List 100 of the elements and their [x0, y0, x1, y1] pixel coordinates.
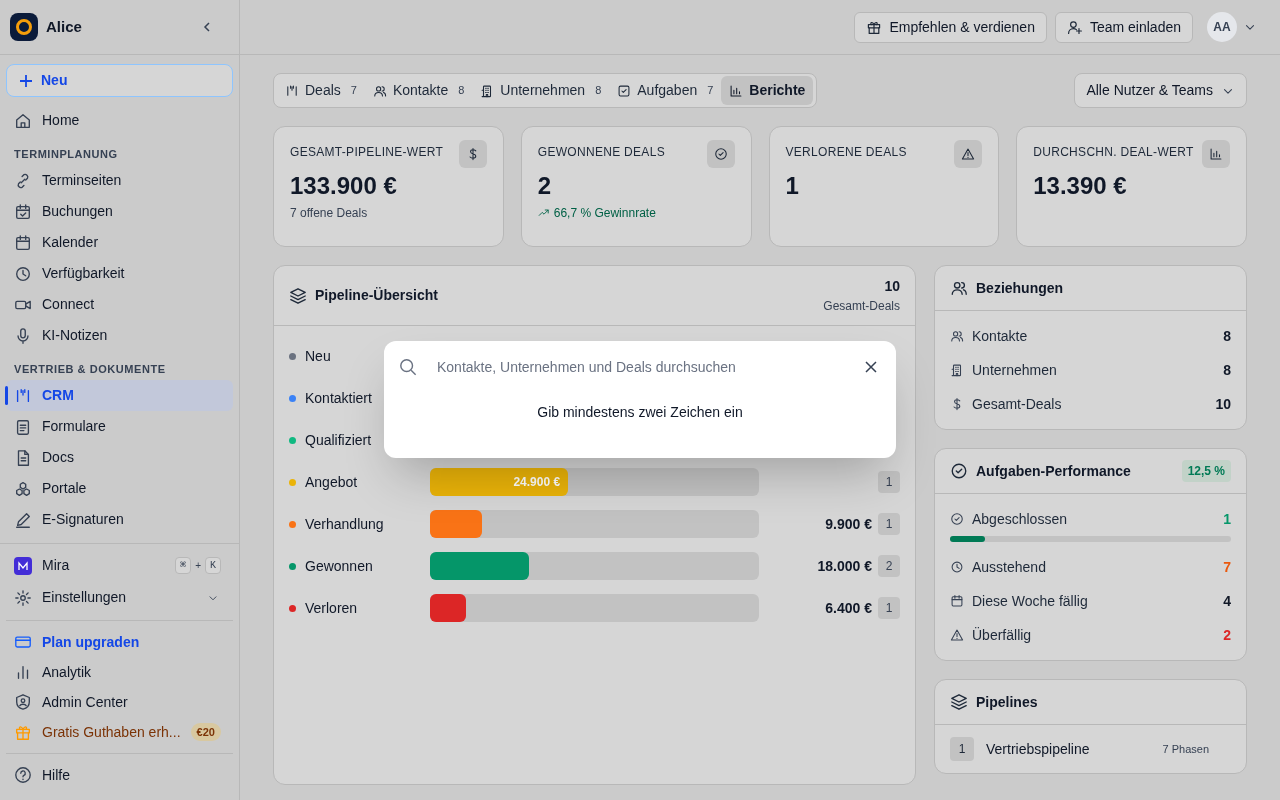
new-button[interactable]: Neu	[6, 64, 233, 97]
search-icon	[399, 358, 417, 376]
nav-item[interactable]: Buchungen	[6, 196, 233, 227]
calendar-icon	[14, 233, 32, 252]
metric-value: 7	[1223, 557, 1231, 577]
nav-item[interactable]: Verfügbarkeit	[6, 258, 233, 289]
stat-label: VERLORENE DEALS	[785, 144, 907, 161]
section-heading: VERTRIEB & DOKUMENTE	[13, 362, 167, 377]
nav-item[interactable]: KI-Notizen	[6, 320, 233, 351]
stat-value: 133.900 €	[290, 174, 398, 198]
nav-item[interactable]: Docs	[6, 442, 233, 473]
trend-up-icon	[537, 207, 550, 219]
tab[interactable]: Deals 7	[277, 76, 365, 105]
user-plus-icon	[1066, 19, 1083, 35]
tab-count: 8	[595, 83, 602, 99]
avatar: AA	[1207, 12, 1237, 42]
gift-icon	[866, 19, 883, 35]
cubes-icon	[14, 479, 32, 498]
account-menu[interactable]: AA	[1207, 12, 1257, 42]
stage-name: Neu	[305, 346, 331, 366]
credit-badge: €20	[190, 722, 221, 742]
help-item[interactable]: Hilfe	[6, 760, 233, 790]
stage-count: 1	[878, 513, 900, 535]
pen-icon	[14, 510, 32, 529]
help-icon	[14, 766, 32, 784]
clock-icon	[14, 264, 32, 283]
assistant-item[interactable]: Mira ⌘ + K	[6, 550, 233, 581]
nav-item[interactable]: Admin Center	[6, 687, 233, 717]
collapse-icon[interactable]	[201, 21, 213, 33]
layers-icon	[289, 286, 307, 305]
nav-item[interactable]: Kalender	[6, 227, 233, 258]
promo-link[interactable]: Gratis Guthaben erh... €20	[6, 717, 233, 747]
card-title: Aufgaben-Performance	[976, 461, 1131, 481]
nav-item[interactable]: Terminseiten	[6, 165, 233, 196]
stage-name: Verhandlung	[305, 514, 384, 534]
calendar-check-icon	[14, 202, 32, 221]
metric-value: 2	[1223, 625, 1231, 645]
stage-name: Verloren	[305, 598, 358, 618]
tab-count: 8	[458, 83, 465, 99]
stat-caption: 7 offene Deals	[290, 205, 369, 222]
metric-label: Unternehmen	[972, 360, 1057, 380]
header-button[interactable]: Empfehlen & verdienen	[854, 11, 1047, 43]
metric-label: Gesamt-Deals	[972, 394, 1062, 414]
warning-icon	[961, 147, 976, 161]
stage-name: Qualifiziert	[305, 430, 372, 450]
nav-item[interactable]: E-Signaturen	[6, 504, 233, 535]
home-icon	[14, 111, 32, 130]
microphone-icon	[14, 326, 32, 345]
total-deals-count: 10	[884, 277, 900, 296]
gift-icon	[14, 723, 32, 741]
card-title: Beziehungen	[976, 278, 1064, 298]
user-filter-dropdown[interactable]: Alle Nutzer & Teams	[1074, 73, 1247, 108]
stage-count: 2	[878, 555, 900, 577]
tab-count: 7	[350, 83, 357, 99]
stage-count: 1	[878, 597, 900, 619]
tab[interactable]: Berichte	[721, 76, 814, 105]
nav-item[interactable]: CRM	[6, 380, 233, 411]
metric-label: Abgeschlossen	[972, 509, 1067, 529]
nav-item[interactable]: Home	[6, 105, 233, 136]
stat-label: GESAMT-PIPELINE-WERT	[290, 144, 444, 161]
bar-chart-icon	[1209, 147, 1223, 161]
nav-item[interactable]: Analytik	[6, 657, 233, 687]
metric-label: Ausstehend	[972, 557, 1046, 577]
tab[interactable]: Kontakte 8	[364, 76, 473, 105]
nav-item[interactable]: Portale	[6, 473, 233, 504]
metric-label: Diese Woche fällig	[972, 591, 1088, 611]
stage-name: Gewonnen	[305, 556, 373, 576]
search-field[interactable]: Kontakte, Unternehmen und Deals durchsuchen	[437, 356, 845, 378]
header-button[interactable]: Team einladen	[1054, 11, 1193, 43]
shortcut-separator: +	[195, 559, 201, 573]
metric-value: 10	[1215, 394, 1231, 414]
stat-label: GEWONNENE DEALS	[537, 144, 665, 161]
nav-item[interactable]: Plan upgraden	[6, 627, 233, 657]
stat-value: 2	[537, 174, 553, 198]
settings-item[interactable]: Einstellungen	[6, 581, 233, 614]
close-icon[interactable]	[865, 361, 877, 373]
tab[interactable]: Aufgaben 7	[609, 76, 722, 105]
credit-card-icon	[14, 633, 32, 651]
assistant-logo-icon	[14, 556, 32, 575]
section-heading: TERMINPLANUNG	[13, 147, 119, 162]
nav-item[interactable]: Formulare	[6, 411, 233, 442]
stage-name: Angebot	[305, 472, 358, 492]
stat-value: 1	[785, 174, 800, 198]
checkbox-icon	[617, 83, 632, 98]
users-icon	[372, 83, 387, 98]
workspace-name: Alice	[46, 16, 82, 37]
tab[interactable]: Unternehmen 8	[472, 76, 610, 105]
stage-value: 9.900 €	[825, 514, 872, 534]
nav-item[interactable]: Connect	[6, 289, 233, 320]
check-circle-icon	[950, 462, 968, 480]
metric-label: Überfällig	[972, 625, 1032, 645]
clipboard-icon	[14, 417, 32, 436]
pipeline-name[interactable]: Vertriebspipeline	[986, 738, 1090, 760]
card-title: Pipelines	[976, 692, 1038, 712]
metric-value: 8	[1223, 326, 1231, 346]
total-deals-label: Gesamt-Deals	[823, 298, 900, 315]
layers-icon	[950, 693, 968, 711]
users-icon	[950, 329, 964, 343]
stat-label: DURCHSCHN. DEAL-WERT	[1033, 144, 1194, 161]
metric-value: 1	[1223, 509, 1231, 529]
